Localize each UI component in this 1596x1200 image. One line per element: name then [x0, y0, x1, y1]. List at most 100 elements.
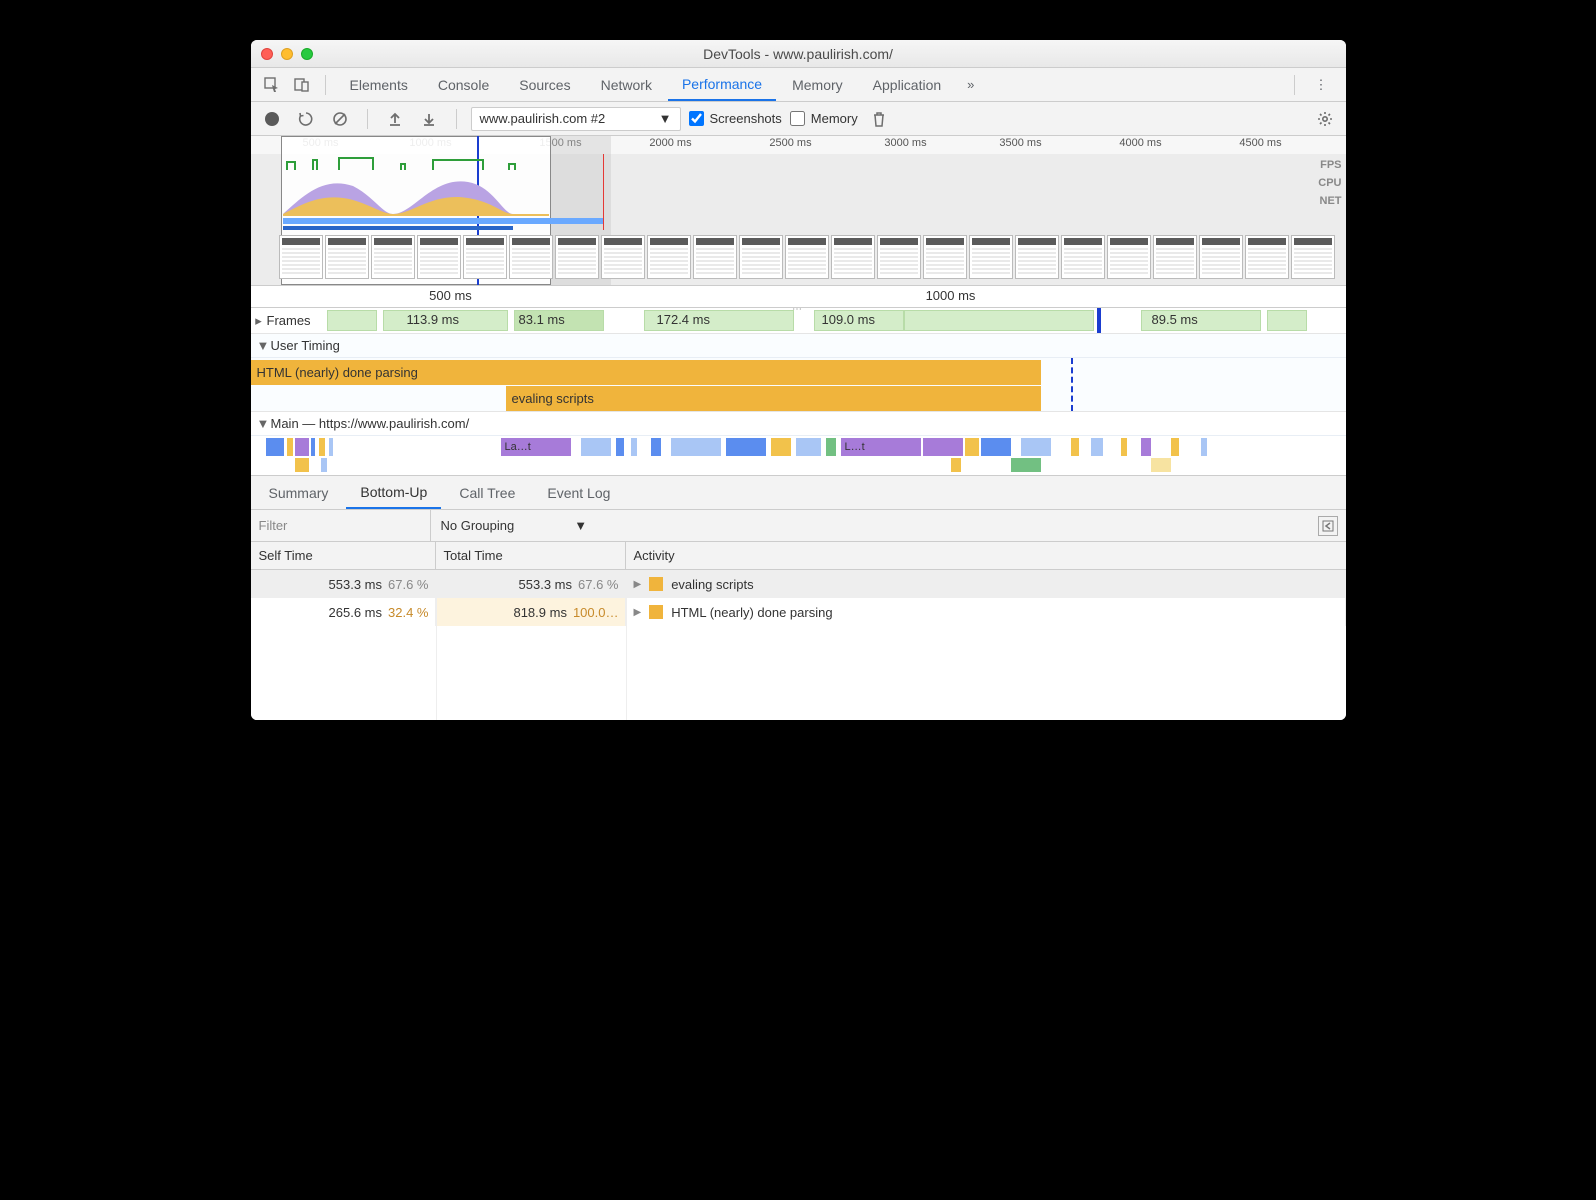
frame-value: 113.9 ms [407, 312, 460, 327]
tab-console[interactable]: Console [424, 68, 503, 101]
screenshots-checkbox[interactable]: Screenshots [689, 111, 782, 126]
screenshot-thumb[interactable] [1015, 235, 1059, 279]
main-track[interactable]: La…t L…t [251, 436, 1346, 476]
recording-select[interactable]: www.paulirish.com #2 ▼ [471, 107, 681, 131]
screenshot-thumb[interactable] [1199, 235, 1243, 279]
tab-application[interactable]: Application [859, 68, 956, 101]
user-timing-track[interactable]: HTML (nearly) done parsing evaling scrip… [251, 358, 1346, 412]
grouping-select[interactable]: No Grouping ▼ [431, 518, 598, 533]
collapse-icon[interactable]: ▼ [257, 416, 269, 431]
inspect-icon[interactable] [259, 72, 285, 98]
reload-button[interactable] [293, 106, 319, 132]
collapse-icon[interactable]: ▼ [257, 338, 269, 353]
save-profile-icon[interactable] [416, 106, 442, 132]
divider [367, 109, 368, 129]
divider [456, 109, 457, 129]
load-profile-icon[interactable] [382, 106, 408, 132]
screenshot-thumb[interactable] [969, 235, 1013, 279]
dtab-call-tree[interactable]: Call Tree [445, 476, 529, 509]
screenshot-thumb[interactable] [647, 235, 691, 279]
lane-net: NET [1318, 192, 1341, 210]
screenshots-input[interactable] [689, 111, 704, 126]
tab-elements[interactable]: Elements [336, 68, 422, 101]
frame-value: 89.5 ms [1152, 312, 1198, 327]
frames-track[interactable]: 113.9 ms 83.1 ms 172.4 ms 109.0 ms 89.5 … [327, 308, 1346, 333]
table-row[interactable]: 553.3 ms 67.6 % 553.3 ms 67.6 % ▶ evalin… [251, 570, 1346, 598]
expand-icon[interactable]: ▸ [253, 313, 265, 329]
screenshot-thumb[interactable] [1107, 235, 1151, 279]
user-timing-bar[interactable]: evaling scripts [506, 386, 1041, 411]
devtools-window: DevTools - www.paulirish.com/ Elements C… [251, 40, 1346, 720]
screenshot-thumb[interactable] [739, 235, 783, 279]
col-total-time[interactable]: Total Time [436, 542, 626, 569]
screenshot-thumb[interactable] [555, 235, 599, 279]
recording-select-label: www.paulirish.com #2 [480, 111, 606, 126]
flamechart-ruler[interactable]: 500 ms 1000 ms ⋯ [251, 286, 1346, 308]
screenshot-thumb[interactable] [831, 235, 875, 279]
table-header: Self Time Total Time Activity [251, 542, 1346, 570]
filter-input[interactable]: Filter [251, 510, 431, 541]
screenshot-thumb[interactable] [325, 235, 369, 279]
screenshot-thumb[interactable] [601, 235, 645, 279]
panel-tabs: Elements Console Sources Network Perform… [336, 68, 1284, 101]
memory-input[interactable] [790, 111, 805, 126]
user-timing-bar-label: evaling scripts [512, 391, 594, 406]
activity-name: evaling scripts [671, 577, 753, 592]
self-ms: 265.6 ms [329, 605, 382, 620]
tab-network[interactable]: Network [587, 68, 666, 101]
main-slice-label[interactable]: La…t [501, 438, 571, 456]
memory-label: Memory [811, 111, 858, 126]
user-timing-bar-label: HTML (nearly) done parsing [257, 365, 418, 380]
screenshot-thumb[interactable] [463, 235, 507, 279]
main-slice-label[interactable]: L…t [841, 438, 921, 456]
tabs-overflow-icon[interactable]: » [957, 68, 984, 101]
table-body: 553.3 ms 67.6 % 553.3 ms 67.6 % ▶ evalin… [251, 570, 1346, 720]
col-activity[interactable]: Activity [626, 542, 1346, 569]
screenshot-thumb[interactable] [417, 235, 461, 279]
clear-button[interactable] [327, 106, 353, 132]
total-pct: 67.6 % [578, 577, 618, 592]
screenshot-thumb[interactable] [693, 235, 737, 279]
screenshot-thumb[interactable] [279, 235, 323, 279]
device-toggle-icon[interactable] [289, 72, 315, 98]
screenshot-thumb[interactable] [509, 235, 553, 279]
panel-tabs-row: Elements Console Sources Network Perform… [251, 68, 1346, 102]
total-pct: 100.0… [573, 605, 619, 620]
frames-row[interactable]: ▸ Frames 113.9 ms 83.1 ms 172.4 ms 109.0… [251, 308, 1346, 334]
screenshot-thumb[interactable] [1153, 235, 1197, 279]
window-title: DevTools - www.paulirish.com/ [251, 46, 1346, 62]
filter-row: Filter No Grouping ▼ [251, 510, 1346, 542]
record-button[interactable] [259, 106, 285, 132]
tab-performance[interactable]: Performance [668, 68, 776, 101]
expand-icon[interactable]: ▶ [634, 607, 642, 618]
overview-cpu-chart [283, 156, 549, 216]
col-self-time[interactable]: Self Time [251, 542, 436, 569]
dtab-event-log[interactable]: Event Log [533, 476, 624, 509]
main-header[interactable]: ▼ Main — https://www.paulirish.com/ [251, 412, 1346, 436]
screenshot-thumb[interactable] [371, 235, 415, 279]
screenshot-thumb[interactable] [1245, 235, 1289, 279]
tab-memory[interactable]: Memory [778, 68, 857, 101]
gc-button[interactable] [866, 106, 892, 132]
screenshot-thumb[interactable] [1291, 235, 1335, 279]
timeline-overview[interactable]: 500 ms 1000 ms 1500 ms 2000 ms 2500 ms 3… [251, 136, 1346, 286]
expand-icon[interactable]: ▶ [634, 579, 642, 590]
self-pct: 32.4 % [388, 605, 428, 620]
user-timing-header[interactable]: ▼ User Timing [251, 334, 1346, 358]
screenshot-thumb[interactable] [923, 235, 967, 279]
dtab-summary[interactable]: Summary [255, 476, 343, 509]
memory-checkbox[interactable]: Memory [790, 111, 858, 126]
tab-sources[interactable]: Sources [505, 68, 584, 101]
settings-menu-icon[interactable]: ⋮ [1305, 77, 1338, 93]
screenshot-thumb[interactable] [877, 235, 921, 279]
heaviest-stack-icon[interactable] [1318, 516, 1338, 536]
table-row[interactable]: 265.6 ms 32.4 % 818.9 ms 100.0… ▶ HTML (… [251, 598, 1346, 626]
dtab-bottom-up[interactable]: Bottom-Up [346, 476, 441, 509]
ov-tick: 2500 ms [769, 137, 811, 149]
capture-settings-icon[interactable] [1312, 106, 1338, 132]
screenshot-thumb[interactable] [785, 235, 829, 279]
screenshot-thumb[interactable] [1061, 235, 1105, 279]
user-timing-bar[interactable]: HTML (nearly) done parsing [251, 360, 1041, 385]
self-ms: 553.3 ms [329, 577, 382, 592]
overview-load-marker [603, 154, 604, 230]
